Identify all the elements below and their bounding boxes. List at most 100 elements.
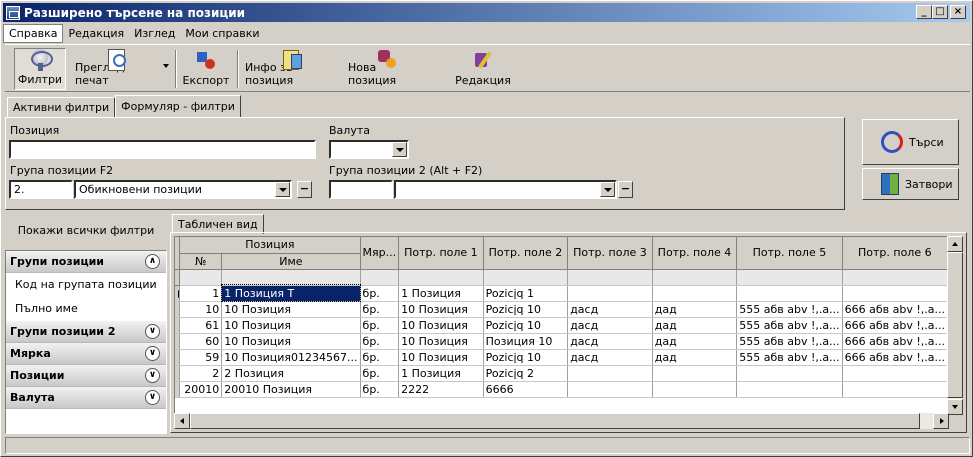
table-cell[interactable]: 59 [179,349,223,366]
table-cell[interactable]: дад [652,301,738,318]
print-preview-button[interactable]: Преглед печат [75,48,157,90]
table-cell[interactable]: 10 [179,301,223,318]
group-header-currency[interactable]: Валута ∨ [6,387,166,409]
tab-form-filters[interactable]: Формуляр - филтри [115,95,241,117]
table-cell[interactable]: 10 Позиция [398,333,484,350]
maximize-button[interactable]: □ [932,5,948,19]
table-cell[interactable]: бр. [360,285,400,302]
table-cell[interactable]: 10 Позиция [221,317,361,334]
column-header-field-1[interactable]: Потр. поле 1 [398,237,484,270]
position-group-select[interactable]: Обикновени позиции [74,180,292,199]
position-group-clear-button[interactable]: − [297,181,312,198]
table-cell[interactable]: 1 [179,285,223,302]
table-cell[interactable]: 555 абв abv !,.a... [736,349,843,366]
filter-cell[interactable] [736,269,843,286]
horizontal-scroll-thumb[interactable] [190,413,920,429]
column-header-field-5[interactable]: Потр. поле 5 [736,237,843,270]
table-cell[interactable]: бр. [360,381,400,398]
table-cell[interactable] [736,381,843,398]
table-cell[interactable]: 10 Позиция [398,349,484,366]
filters-button[interactable]: Филтри [14,48,66,90]
table-cell[interactable]: 10 Позиция01234567... [221,349,361,366]
row-indicator[interactable] [175,333,181,350]
column-header-unit[interactable]: Мяр... [360,237,400,270]
row-indicator[interactable] [175,365,181,382]
table-row[interactable]: 61 10 Позиция бр. 10 Позиция Pozicįq 10 дасд д… [175,317,948,334]
table-cell[interactable]: 666 абв abv !,.a... [842,301,948,318]
tab-active-filters[interactable]: Активни филтри [7,97,116,117]
table-cell[interactable] [652,365,738,382]
currency-dropdown-icon[interactable] [392,142,407,157]
table-cell[interactable]: Pozicįq 1 [483,285,569,302]
table-cell[interactable]: бр. [360,365,400,382]
table-cell[interactable]: Pozicįq 2 [483,365,569,382]
position-group2-clear-button[interactable]: − [618,181,633,198]
row-indicator[interactable] [175,285,181,302]
filter-cell[interactable] [221,269,361,286]
minimize-button[interactable]: _ [916,5,932,19]
table-cell[interactable]: 1 Позиция T [220,284,362,302]
group-header-positions[interactable]: Позиции ∨ [6,365,166,387]
filter-cell[interactable] [842,269,948,286]
group-header-position-groups-2[interactable]: Групи позиции 2 ∨ [6,321,166,343]
position-group2-select[interactable] [394,180,617,199]
table-cell[interactable]: 666 абв abv !,.a... [842,317,948,334]
table-cell[interactable]: дасд [567,333,653,350]
table-cell[interactable] [736,285,843,302]
table-cell[interactable]: 10 Позиция [221,333,361,350]
table-cell[interactable]: 555 абв abv !,.a... [736,301,843,318]
table-cell[interactable] [567,381,653,398]
table-cell[interactable]: 2222 [398,381,484,398]
table-row[interactable]: 11 Позиция Tбр. 1 Позиция Pozicįq 1 [175,284,948,302]
vertical-scroll-thumb[interactable] [947,252,963,398]
table-cell[interactable]: 555 абв abv !,.a... [736,317,843,334]
table-cell[interactable]: дад [652,333,738,350]
scroll-up-icon[interactable] [947,236,963,252]
table-cell[interactable]: Pozicįq 10 [483,349,569,366]
column-header-field-3[interactable]: Потр. поле 3 [567,237,653,270]
column-header-number[interactable]: № [179,253,223,270]
table-cell[interactable]: 2 Позиция [221,365,361,382]
table-row[interactable]: 59 10 Позиция01234567... бр. 10 Позиция Pozi… [175,349,948,366]
table-cell[interactable]: 666 абв abv !,.a... [842,349,948,366]
scroll-right-icon[interactable] [933,413,949,429]
table-cell[interactable] [567,285,653,302]
column-header-field-4[interactable]: Потр. поле 4 [652,237,738,270]
table-cell[interactable] [842,381,948,398]
filter-cell[interactable] [398,269,484,286]
column-header-name[interactable]: Име [221,253,361,270]
menu-reference[interactable]: Справка [3,23,64,43]
table-cell[interactable]: 666 абв abv !,.a... [842,333,948,350]
table-cell[interactable]: Позиция 10 [483,333,569,350]
filter-cell[interactable] [179,269,223,286]
table-row[interactable]: 60 10 Позиция бр. 10 Позиция Позиция 10 дасд д… [175,333,948,350]
position-input[interactable] [9,140,316,159]
filter-cell[interactable] [567,269,653,286]
filter-cell[interactable] [483,269,569,286]
table-cell[interactable] [652,285,738,302]
scroll-left-icon[interactable] [174,413,190,429]
chevron-down-icon[interactable]: ∨ [145,324,160,339]
table-cell[interactable] [652,381,738,398]
group-header-unit[interactable]: Мярка ∨ [6,343,166,365]
position-group2-code-input[interactable] [329,180,393,199]
chevron-up-icon[interactable]: ∧ [145,254,160,269]
position-group-dropdown-icon[interactable] [275,182,290,197]
row-indicator[interactable] [175,349,181,366]
table-row[interactable]: 10 10 Позиция бр. 10 Позиция Pozicįq 10 дасд д… [175,301,948,318]
table-cell[interactable]: 10 Позиция [398,301,484,318]
filter-item-full-name[interactable]: Пълно име [6,297,166,321]
table-cell[interactable]: бр. [360,317,400,334]
column-header-field-2[interactable]: Потр. поле 2 [483,237,569,270]
table-cell[interactable]: 555 абв abv !,.a... [736,333,843,350]
table-cell[interactable]: 6666 [483,381,569,398]
vertical-scrollbar[interactable] [947,236,963,415]
table-cell[interactable]: дад [652,317,738,334]
table-cell[interactable]: бр. [360,333,400,350]
menu-my-reports[interactable]: Мои справки [180,25,264,42]
edit-button[interactable]: Редакция [453,48,513,90]
menu-edit[interactable]: Редакция [63,25,129,42]
table-cell[interactable]: 1 Позиция [398,365,484,382]
filter-cell[interactable] [360,269,400,286]
menu-view[interactable]: Изглед [129,25,180,42]
